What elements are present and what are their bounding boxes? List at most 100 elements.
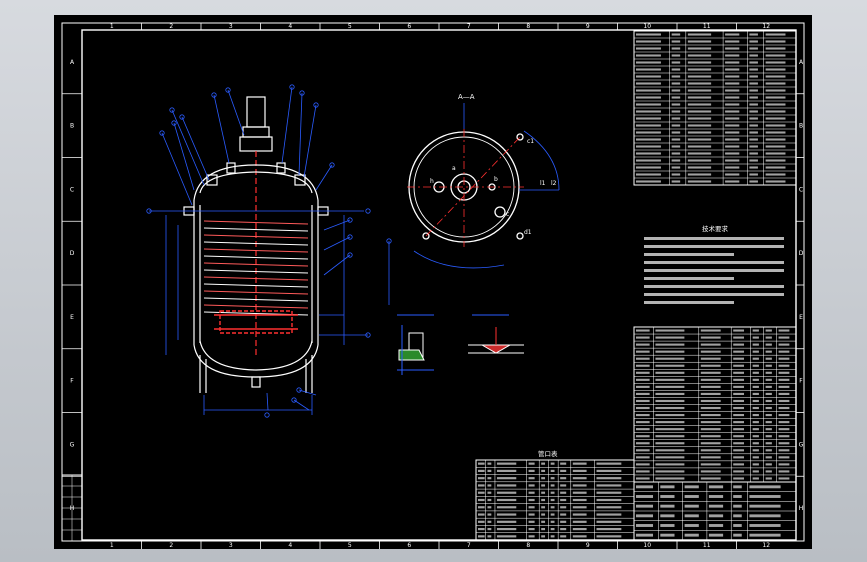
table-cell-text (655, 343, 685, 346)
table-cell-text (749, 533, 781, 537)
table-cell-text (708, 485, 724, 489)
table-cell-text (765, 364, 772, 367)
table-cell-text (560, 506, 567, 509)
table-cell-text (733, 449, 745, 452)
table-cell-text (778, 392, 790, 395)
cad-viewport: 1 2 3 4 5 6 7 8 9 10 11 12 1 2 3 4 5 6 7 8 9 10 11 12 ABCDEFGH… (0, 0, 867, 562)
table-cell-text (687, 68, 712, 71)
table-cell-text (778, 364, 790, 367)
table-cell-text (636, 180, 661, 183)
table-cell-text (541, 491, 546, 494)
table-cell-text (496, 520, 517, 523)
table-cell-text (765, 40, 786, 43)
table-cell-text (528, 535, 535, 538)
table-cell-text (528, 528, 535, 531)
table-cell-text (749, 82, 758, 85)
table-cell-text (655, 421, 685, 424)
table-cell-text (636, 159, 661, 162)
nozzle-table[interactable] (475, 459, 635, 541)
table-cell-text (778, 470, 790, 473)
table-cell-text (671, 89, 681, 92)
mark-l1: l1 (540, 180, 546, 187)
table-cell-text (725, 54, 740, 57)
table-cell-text (550, 520, 555, 523)
table-cell-text (560, 513, 567, 516)
table-cell-text (528, 506, 535, 509)
table-cell-text (596, 462, 622, 465)
table-cell-text (478, 491, 485, 494)
left-mark-G: G (70, 441, 75, 448)
tech-req-line (644, 277, 734, 280)
table-cell-text (778, 442, 790, 445)
table-cell-text (636, 357, 650, 360)
table-cell-text (749, 166, 758, 169)
table-cell-text (733, 371, 745, 374)
table-cell-text (700, 470, 721, 473)
table-cell-text (725, 145, 740, 148)
vessel-top-view[interactable] (407, 129, 524, 247)
table-cell-text (700, 406, 721, 410)
table-cell-text (687, 40, 712, 43)
table-cell-text (636, 336, 650, 339)
table-cell-text (596, 498, 622, 502)
table-cell-text (749, 138, 758, 141)
table-cell-text (496, 528, 517, 531)
table-cell-text (550, 535, 555, 538)
table-cell-text (636, 145, 661, 148)
table-cell-text (636, 399, 650, 403)
table-cell-text (636, 110, 661, 113)
table-cell-text (550, 484, 555, 487)
left-mark-B: B (70, 123, 74, 130)
bottom-mark-11: 11 (703, 542, 711, 549)
table-cell-text (560, 520, 567, 523)
design-data-table[interactable] (633, 30, 797, 186)
table-cell-text (687, 103, 712, 106)
table-cell-text (708, 524, 724, 527)
table-cell-text (749, 68, 758, 71)
table-cell-text (671, 33, 681, 36)
table-cell-text (487, 520, 492, 523)
table-cell-text (765, 435, 772, 438)
table-cell-text (749, 40, 758, 43)
table-cell-text (725, 68, 740, 71)
top-mark-5: 5 (348, 23, 352, 30)
table-cell-text (700, 477, 721, 480)
table-cell-text (655, 399, 685, 403)
table-cell-text (765, 392, 772, 395)
right-mark-B: B (799, 123, 803, 130)
table-cell-text (765, 131, 786, 134)
tech-req-line (644, 245, 784, 248)
table-cell-text (487, 462, 492, 465)
table-cell-text (749, 96, 758, 99)
table-cell-text (725, 131, 740, 134)
table-cell-text (687, 131, 712, 134)
table-cell-text (778, 414, 790, 417)
table-cell-text (752, 378, 759, 381)
table-cell-text (687, 47, 712, 50)
table-cell-text (487, 491, 492, 494)
table-cell-text (684, 514, 699, 518)
table-cell-text (487, 484, 492, 487)
title-block[interactable] (633, 481, 797, 541)
table-cell-text (636, 435, 650, 438)
table-cell-text (700, 456, 721, 459)
table-cell-text (700, 378, 721, 381)
table-cell-text (636, 350, 650, 353)
table-cell-text (550, 498, 555, 502)
table-cell-text (733, 533, 742, 537)
table-cell-text (528, 498, 535, 502)
drawing-sheet[interactable]: 1 2 3 4 5 6 7 8 9 10 11 12 1 2 3 4 5 6 7 8 9 10 11 12 ABCDEFGH… (54, 15, 812, 549)
parts-list-table[interactable] (633, 326, 797, 483)
table-cell-text (671, 173, 681, 176)
table-cell-text (671, 138, 681, 141)
table-cell-text (733, 343, 745, 346)
table-cell-text (684, 485, 699, 489)
table-cell-text (765, 173, 786, 176)
table-cell-text (687, 145, 712, 148)
table-cell-text (671, 166, 681, 169)
top-mark-11: 11 (703, 23, 711, 30)
top-border-marks: 1 2 3 4 5 6 7 8 9 10 11 12 (110, 23, 770, 30)
tech-req-line (644, 261, 784, 264)
table-cell-text (596, 535, 622, 538)
table-cell-text (733, 477, 745, 480)
